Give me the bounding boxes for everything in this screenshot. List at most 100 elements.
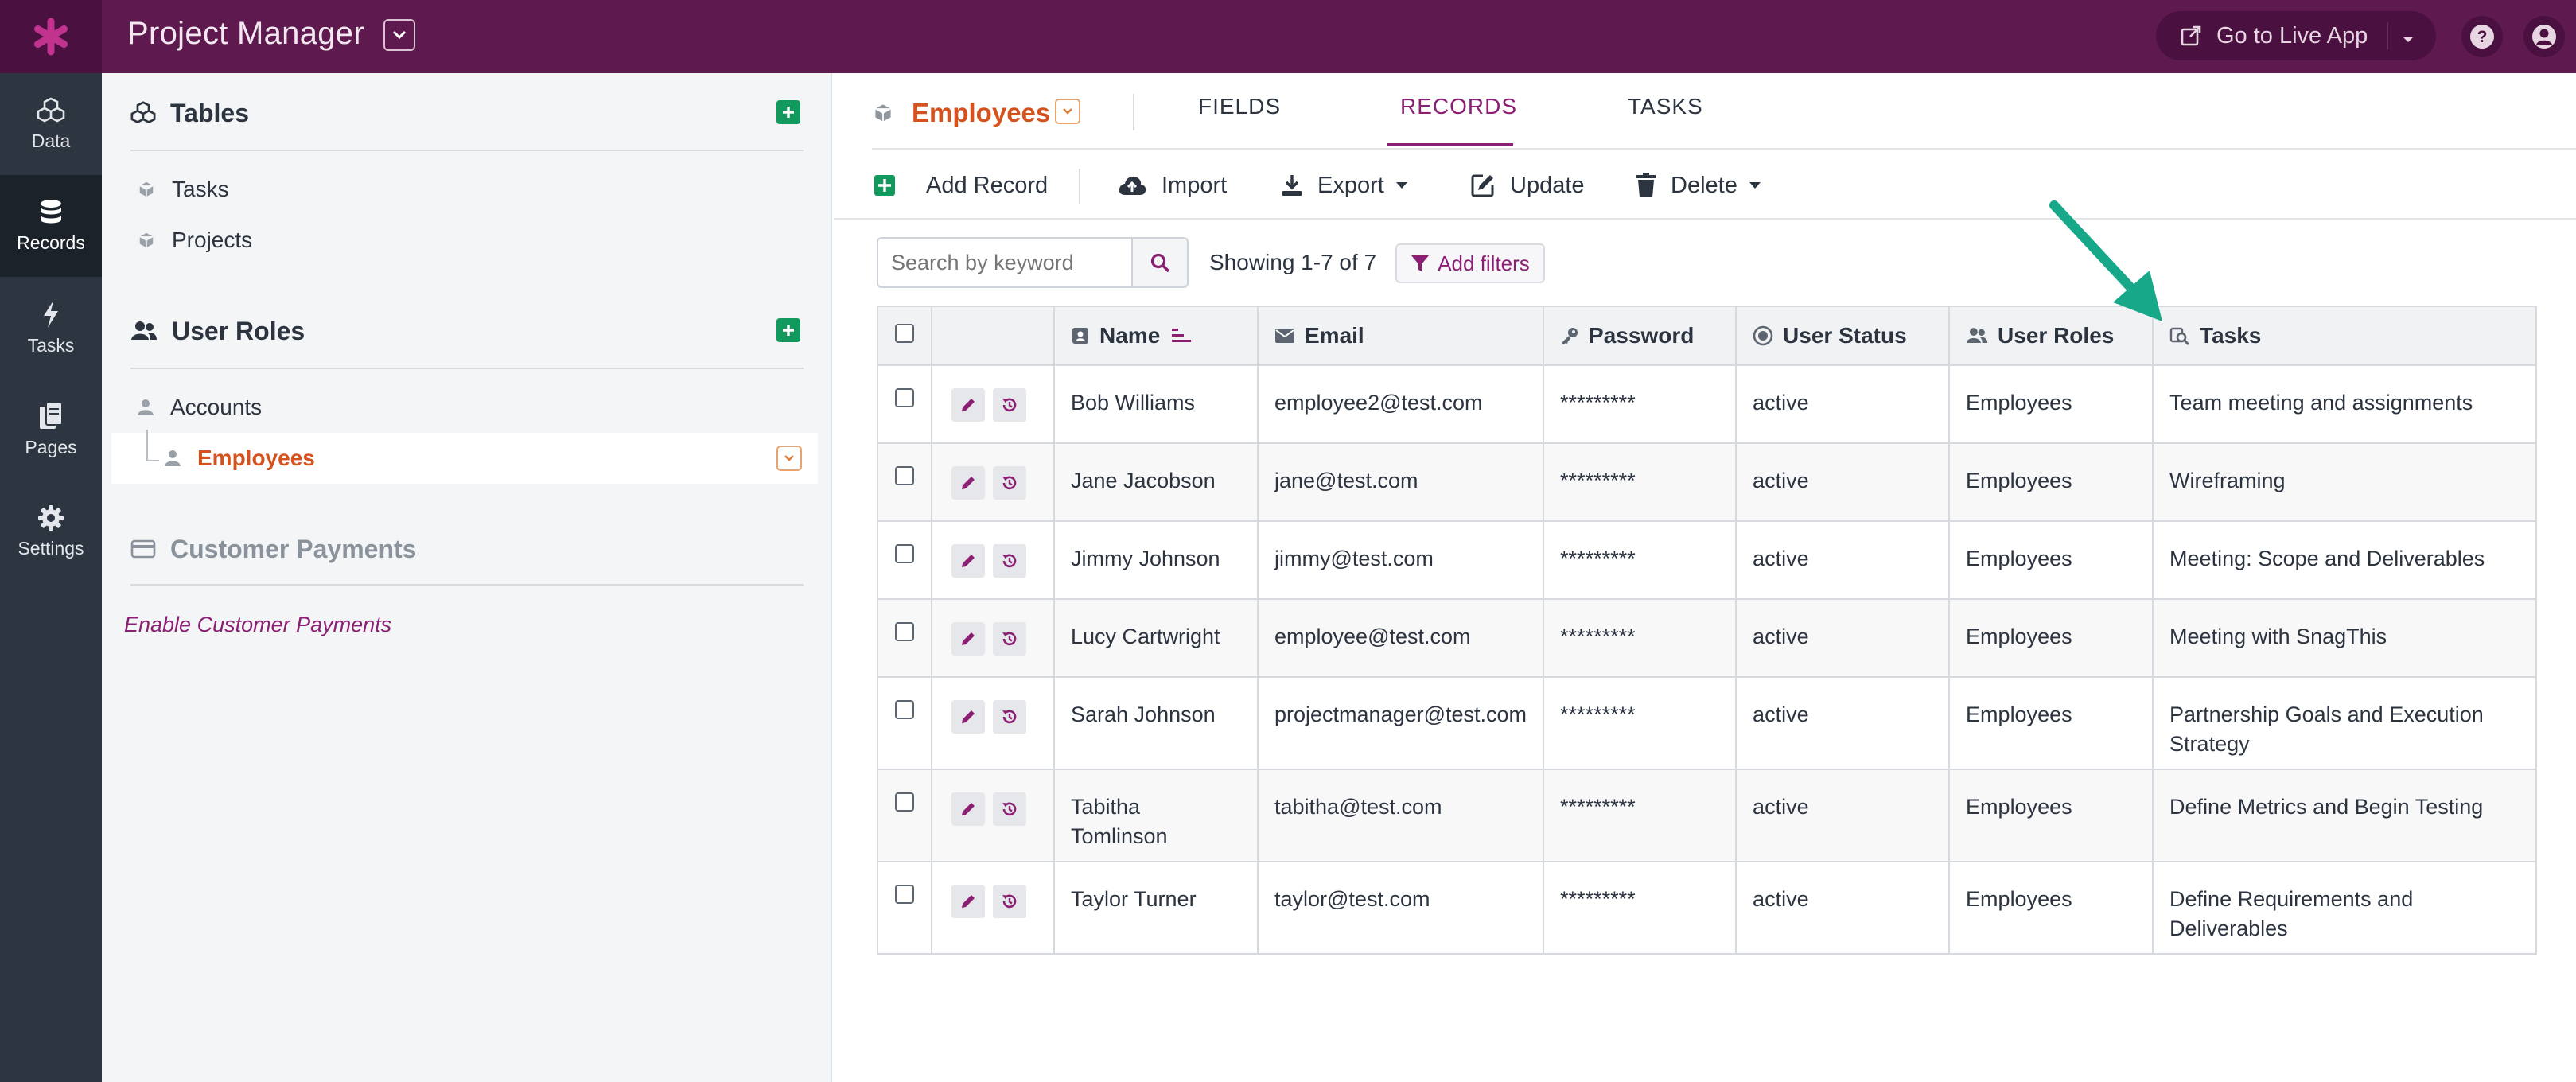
cell-name[interactable]: Tabitha Tomlinson <box>1053 769 1259 862</box>
row-checkbox[interactable] <box>895 466 914 485</box>
employees-options-button[interactable] <box>776 446 802 471</box>
record-history-button[interactable] <box>993 885 1026 918</box>
cell-password[interactable]: ********* <box>1543 364 1737 444</box>
cell-roles[interactable]: Employees <box>1948 598 2154 678</box>
cell-roles[interactable]: Employees <box>1948 364 2154 444</box>
row-checkbox[interactable] <box>895 544 914 563</box>
cell-password[interactable]: ********* <box>1543 861 1737 955</box>
cell-email[interactable]: employee2@test.com <box>1256 364 1545 444</box>
record-history-button[interactable] <box>993 388 1026 422</box>
tab-tasks[interactable]: TASKS <box>1628 94 1703 119</box>
app-logo[interactable] <box>0 0 102 73</box>
column-header-user-status[interactable]: User Status <box>1735 306 1951 366</box>
cell-status[interactable]: active <box>1735 598 1951 678</box>
column-header-tasks[interactable]: Tasks <box>2152 306 2538 366</box>
tab-records[interactable]: RECORDS <box>1400 94 1517 119</box>
sidebar-item-employees-label[interactable]: Employees <box>164 442 315 474</box>
user-account-icon[interactable] <box>2523 16 2565 57</box>
cell-email[interactable]: jane@test.com <box>1256 442 1545 522</box>
edit-record-button[interactable] <box>951 700 985 734</box>
tab-fields[interactable]: FIELDS <box>1198 94 1281 119</box>
cell-email[interactable]: tabitha@test.com <box>1256 769 1545 862</box>
column-header-name[interactable]: Name <box>1053 306 1259 366</box>
cell-name[interactable]: Taylor Turner <box>1053 861 1259 955</box>
cell-tasks[interactable]: Wireframing <box>2152 442 2538 522</box>
edit-record-button[interactable] <box>951 544 985 578</box>
edit-record-button[interactable] <box>951 792 985 826</box>
cell-password[interactable]: ********* <box>1543 520 1737 600</box>
record-history-button[interactable] <box>993 622 1026 656</box>
sort-ascending-icon[interactable] <box>1171 327 1192 344</box>
caret-down-icon[interactable] <box>2401 27 2415 53</box>
cell-status[interactable]: active <box>1735 769 1951 862</box>
edit-record-button[interactable] <box>951 388 985 422</box>
cell-status[interactable]: active <box>1735 861 1951 955</box>
add-record-button[interactable]: Add Record <box>874 167 1048 204</box>
cell-name[interactable]: Jimmy Johnson <box>1053 520 1259 600</box>
cell-tasks[interactable]: Define Requirements and Deliverables <box>2152 861 2538 955</box>
column-header-email[interactable]: Email <box>1256 306 1545 366</box>
cell-name[interactable]: Lucy Cartwright <box>1053 598 1259 678</box>
cell-email[interactable]: jimmy@test.com <box>1256 520 1545 600</box>
cell-tasks[interactable]: Team meeting and assignments <box>2152 364 2538 444</box>
rail-item-tasks[interactable]: Tasks <box>0 277 102 379</box>
cell-tasks[interactable]: Meeting: Scope and Deliverables <box>2152 520 2538 600</box>
cell-email[interactable]: projectmanager@test.com <box>1256 676 1545 770</box>
add-filters-button[interactable]: Add filters <box>1395 243 1545 283</box>
import-button[interactable]: Import <box>1117 167 1227 204</box>
add-user-role-button[interactable] <box>776 318 800 342</box>
cell-status[interactable]: active <box>1735 676 1951 770</box>
cell-status[interactable]: active <box>1735 520 1951 600</box>
record-history-button[interactable] <box>993 466 1026 500</box>
search-button[interactable] <box>1131 237 1189 288</box>
cell-tasks[interactable]: Define Metrics and Begin Testing <box>2152 769 2538 862</box>
go-to-live-app-button[interactable]: Go to Live App <box>2156 11 2436 60</box>
add-table-button[interactable] <box>776 100 800 124</box>
cell-tasks[interactable]: Partnership Goals and Execution Strategy <box>2152 676 2538 770</box>
rail-item-data[interactable]: Data <box>0 73 102 175</box>
cell-password[interactable]: ********* <box>1543 442 1737 522</box>
cell-password[interactable]: ********* <box>1543 769 1737 862</box>
app-menu-button[interactable] <box>383 19 415 51</box>
delete-button[interactable]: Delete <box>1636 167 1776 204</box>
sidebar-item-accounts[interactable]: Accounts <box>137 391 262 423</box>
export-button[interactable]: Export <box>1281 167 1422 204</box>
enable-customer-payments-link[interactable]: Enable Customer Payments <box>124 613 391 637</box>
cell-roles[interactable]: Employees <box>1948 861 2154 955</box>
edit-record-button[interactable] <box>951 885 985 918</box>
row-checkbox[interactable] <box>895 792 914 812</box>
cell-roles[interactable]: Employees <box>1948 442 2154 522</box>
record-history-button[interactable] <box>993 792 1026 826</box>
cell-name[interactable]: Sarah Johnson <box>1053 676 1259 770</box>
search-input[interactable] <box>877 237 1133 288</box>
cell-name[interactable]: Bob Williams <box>1053 364 1259 444</box>
row-checkbox[interactable] <box>895 885 914 904</box>
edit-record-button[interactable] <box>951 466 985 500</box>
cell-name[interactable]: Jane Jacobson <box>1053 442 1259 522</box>
cell-tasks[interactable]: Meeting with SnagThis <box>2152 598 2538 678</box>
sidebar-item-projects[interactable]: Projects <box>137 224 252 256</box>
record-history-button[interactable] <box>993 700 1026 734</box>
cell-roles[interactable]: Employees <box>1948 676 2154 770</box>
cell-email[interactable]: employee@test.com <box>1256 598 1545 678</box>
cell-roles[interactable]: Employees <box>1948 769 2154 862</box>
help-icon[interactable]: ? <box>2461 16 2503 57</box>
cell-password[interactable]: ********* <box>1543 598 1737 678</box>
edit-record-button[interactable] <box>951 622 985 656</box>
cell-email[interactable]: taylor@test.com <box>1256 861 1545 955</box>
select-all-checkbox[interactable] <box>895 324 914 343</box>
row-checkbox[interactable] <box>895 622 914 641</box>
rail-item-records[interactable]: Records <box>0 175 102 277</box>
row-checkbox[interactable] <box>895 388 914 407</box>
rail-item-settings[interactable]: Settings <box>0 481 102 582</box>
rail-item-pages[interactable]: Pages <box>0 379 102 481</box>
row-checkbox[interactable] <box>895 700 914 719</box>
sidebar-item-tasks[interactable]: Tasks <box>137 173 229 205</box>
column-header-password[interactable]: Password <box>1543 306 1737 366</box>
cell-roles[interactable]: Employees <box>1948 520 2154 600</box>
object-options-button[interactable] <box>1055 99 1080 124</box>
cell-status[interactable]: active <box>1735 442 1951 522</box>
update-button[interactable]: Update <box>1470 167 1585 204</box>
cell-password[interactable]: ********* <box>1543 676 1737 770</box>
cell-status[interactable]: active <box>1735 364 1951 444</box>
